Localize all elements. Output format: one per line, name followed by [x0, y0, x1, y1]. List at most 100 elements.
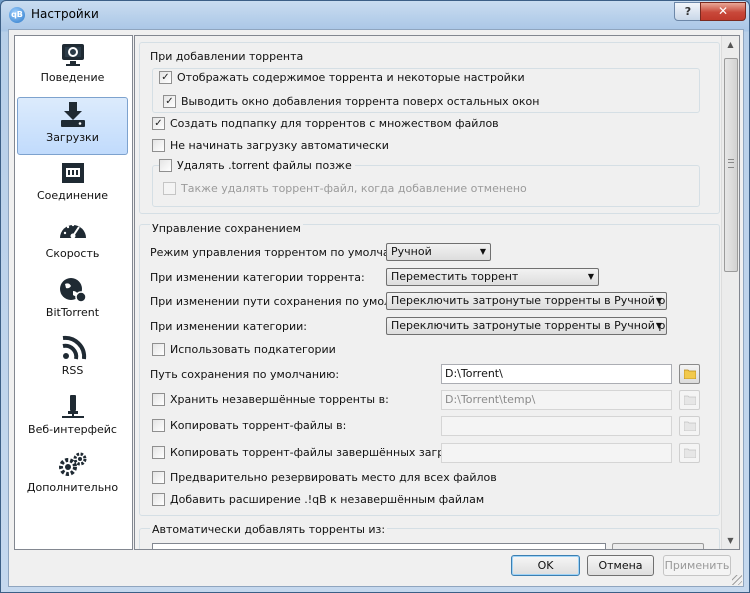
dropdown-arrow-icon: ▼ — [479, 247, 486, 256]
sidebar-item-speed[interactable]: Скорость — [17, 214, 128, 272]
ok-button[interactable]: OK — [511, 555, 580, 576]
preallocate-checkbox[interactable]: Предварительно резервировать место для в… — [152, 470, 497, 486]
sidebar-item-label: BitTorrent — [45, 306, 100, 319]
dialog-client-area: Поведение Загрузки Соединение Скорость B… — [8, 29, 744, 587]
sidebar-item-label: Скорость — [45, 247, 100, 260]
mode-label: Режим управления торрентом по умолчанию: — [150, 246, 417, 259]
dont-start-checkbox[interactable]: Не начинать загрузку автоматически — [152, 138, 389, 154]
checkbox-label: Не начинать загрузку автоматически — [170, 139, 389, 152]
combo-value: Переместить торрент — [391, 270, 519, 283]
checkbox-box[interactable] — [152, 138, 165, 152]
combo-value: Переключить затронутые торренты в Ручной… — [391, 294, 667, 307]
show-content-checkbox[interactable]: Отображать содержимое торрента и некотор… — [159, 70, 525, 86]
browse-copy-finished-button[interactable] — [679, 443, 700, 463]
checkbox-label: Также удалять торрент-файл, когда добавл… — [181, 182, 527, 195]
checkbox-label: Удалять .torrent файлы позже — [177, 159, 352, 172]
downloads-settings-page: При добавлении торрента Отображать содер… — [134, 35, 740, 550]
folder-icon — [684, 395, 696, 405]
copy-torrent-path-field[interactable] — [441, 416, 672, 436]
checkbox-label: Отображать содержимое торрента и некотор… — [177, 71, 525, 84]
browse-copy-torrent-button[interactable] — [679, 416, 700, 436]
web-ui-icon — [61, 395, 84, 418]
folder-icon — [684, 421, 696, 431]
category-change-combo[interactable]: Переместить торрент ▼ — [386, 268, 599, 286]
subcategories-checkbox[interactable]: Использовать подкатегории — [152, 342, 336, 358]
browse-incomplete-path-button[interactable] — [679, 390, 700, 410]
checkbox-label: Создать подпапку для торрентов с множест… — [170, 117, 499, 130]
checkbox-box[interactable] — [152, 470, 165, 484]
resize-grip-icon[interactable] — [732, 575, 742, 585]
copy-torrent-checkbox[interactable]: Копировать торрент-файлы в: — [152, 418, 346, 434]
default-path-label: Путь сохранения по умолчанию: — [150, 368, 340, 381]
cancel-button[interactable]: Отмена — [587, 555, 654, 576]
checkbox-box[interactable] — [152, 342, 165, 356]
path-change-combo[interactable]: Переключить затронутые торренты в Ручной… — [386, 292, 667, 310]
dropdown-arrow-icon: ▼ — [587, 272, 594, 281]
incomplete-path-field[interactable]: D:\Torrent\temp\ — [441, 390, 672, 410]
create-subfolder-checkbox[interactable]: Создать подпапку для торрентов с множест… — [152, 116, 499, 132]
browse-default-path-button[interactable] — [679, 364, 700, 384]
combo-value: Ручной — [391, 245, 432, 258]
checkbox-box[interactable] — [163, 181, 176, 195]
sidebar-item-connection[interactable]: Соединение — [17, 156, 128, 214]
torrent-mode-combo[interactable]: Ручной ▼ — [386, 243, 491, 261]
folder-icon — [684, 448, 696, 458]
category-path-label: При изменении категории: — [150, 320, 307, 333]
dialog-on-top-checkbox[interactable]: Выводить окно добавления торрента поверх… — [163, 94, 539, 110]
checkbox-label: Использовать подкатегории — [170, 343, 336, 356]
sidebar-item-downloads[interactable]: Загрузки — [17, 97, 128, 155]
checkbox-box[interactable] — [152, 392, 165, 406]
delete-torrent-checkbox[interactable]: Удалять .torrent файлы позже — [159, 158, 355, 174]
append-extension-checkbox[interactable]: Добавить расширение .!qB к незавершённым… — [152, 492, 484, 508]
watched-folders-table[interactable] — [152, 543, 606, 549]
checkbox-box[interactable] — [152, 116, 165, 130]
rss-icon — [62, 335, 86, 360]
checkbox-box[interactable] — [152, 445, 165, 459]
category-path-combo[interactable]: Переключить затронутые торренты в Ручной… — [386, 317, 667, 335]
copy-finished-path-field[interactable] — [441, 443, 672, 463]
network-icon — [61, 163, 84, 183]
copy-finished-checkbox[interactable]: Копировать торрент-файлы завершённых заг… — [152, 445, 484, 461]
checkbox-label: Хранить незавершённые торренты в: — [170, 393, 389, 406]
gears-icon — [58, 452, 86, 476]
default-path-field[interactable]: D:\Torrent\ — [441, 364, 672, 384]
folder-icon — [684, 369, 696, 379]
add-folder-button[interactable] — [612, 543, 704, 549]
scroll-down-arrow-icon[interactable]: ▼ — [724, 534, 737, 547]
checkbox-label: Добавить расширение .!qB к незавершённым… — [170, 493, 485, 506]
sidebar-item-advanced[interactable]: Дополнительно — [17, 448, 128, 506]
vertical-scrollbar[interactable]: ▲ ▼ — [721, 36, 739, 549]
dropdown-arrow-icon: ▼ — [655, 321, 662, 330]
checkbox-box[interactable] — [152, 418, 165, 432]
checkbox-box[interactable] — [159, 70, 172, 84]
scroll-up-arrow-icon[interactable]: ▲ — [724, 38, 737, 51]
sidebar-item-behavior[interactable]: Поведение — [17, 38, 128, 96]
close-button[interactable]: ✕ — [700, 2, 746, 21]
checkbox-box[interactable] — [163, 94, 176, 108]
scrollbar-thumb[interactable] — [724, 58, 738, 272]
download-icon — [60, 102, 85, 127]
title-bar[interactable]: qB Настройки ? ✕ — [1, 1, 749, 29]
grip-icon — [728, 159, 734, 168]
sidebar-item-rss[interactable]: RSS — [17, 331, 128, 389]
sidebar-item-label: Поведение — [40, 71, 105, 84]
checkbox-box[interactable] — [159, 158, 172, 172]
delete-on-cancel-checkbox[interactable]: Также удалять торрент-файл, когда добавл… — [163, 181, 527, 197]
sidebar-item-web-ui[interactable]: Веб-интерфейс — [17, 390, 128, 448]
help-button[interactable]: ? — [674, 2, 702, 21]
checkbox-label: Выводить окно добавления торрента поверх… — [181, 95, 540, 108]
sidebar-item-label: Веб-интерфейс — [28, 423, 117, 436]
settings-category-list[interactable]: Поведение Загрузки Соединение Скорость B… — [14, 35, 133, 550]
checkbox-label: Копировать торрент-файлы завершённых заг… — [170, 446, 484, 459]
group-title-adding: При добавлении торрента — [150, 50, 304, 63]
checkbox-box[interactable] — [152, 492, 165, 506]
monitor-icon — [61, 44, 84, 66]
globe-icon — [59, 278, 87, 303]
group-title-autoadd: Автоматически добавлять торренты из: — [150, 523, 388, 536]
sidebar-item-label: Загрузки — [46, 131, 99, 144]
speedometer-icon — [59, 223, 86, 239]
incomplete-torrents-checkbox[interactable]: Хранить незавершённые торренты в: — [152, 392, 389, 408]
sidebar-item-bittorrent[interactable]: BitTorrent — [17, 273, 128, 331]
apply-button[interactable]: Применить — [663, 555, 731, 576]
checkbox-label: Предварительно резервировать место для в… — [170, 471, 497, 484]
